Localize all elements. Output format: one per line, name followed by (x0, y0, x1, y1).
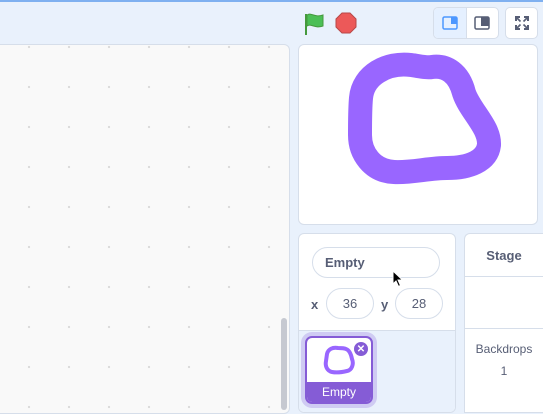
stage-selector[interactable]: Stage Backdrops 1 (464, 233, 543, 413)
x-position-input[interactable] (326, 288, 374, 319)
stage-size-toggle (433, 7, 499, 39)
stage-canvas[interactable] (298, 44, 538, 225)
fullscreen-icon (514, 16, 529, 30)
stage-selector-title: Stage (465, 234, 543, 277)
backdrops-label: Backdrops (475, 342, 533, 356)
sprite-pane: x y ✕ Empty (298, 233, 456, 413)
top-border (0, 0, 543, 2)
large-stage-button[interactable] (465, 8, 499, 38)
sprite-name-input[interactable] (312, 247, 440, 278)
stage-thumbnail (465, 277, 543, 329)
sprite-tile-name: Empty (307, 382, 371, 402)
code-workspace[interactable] (0, 44, 290, 414)
fullscreen-button[interactable] (505, 7, 538, 39)
sprite-tile[interactable]: ✕ Empty (305, 336, 373, 404)
code-scrollbar[interactable] (281, 318, 287, 410)
green-flag-icon[interactable] (302, 12, 328, 36)
small-stage-button[interactable] (434, 8, 466, 38)
sprite-info-panel: x y (299, 234, 455, 331)
sprite-drawing (348, 52, 501, 185)
x-label: x (311, 297, 319, 312)
backdrops-count: 1 (500, 364, 508, 378)
stop-icon[interactable] (335, 12, 357, 34)
delete-sprite-button[interactable]: ✕ (353, 341, 369, 357)
small-stage-icon (442, 16, 458, 30)
mouse-cursor-icon (392, 270, 404, 288)
y-label: y (381, 297, 389, 312)
large-stage-icon (474, 16, 490, 30)
sprite-thumbnail (323, 345, 355, 375)
y-position-input[interactable] (395, 288, 443, 319)
sprite-list: ✕ Empty (299, 331, 455, 412)
